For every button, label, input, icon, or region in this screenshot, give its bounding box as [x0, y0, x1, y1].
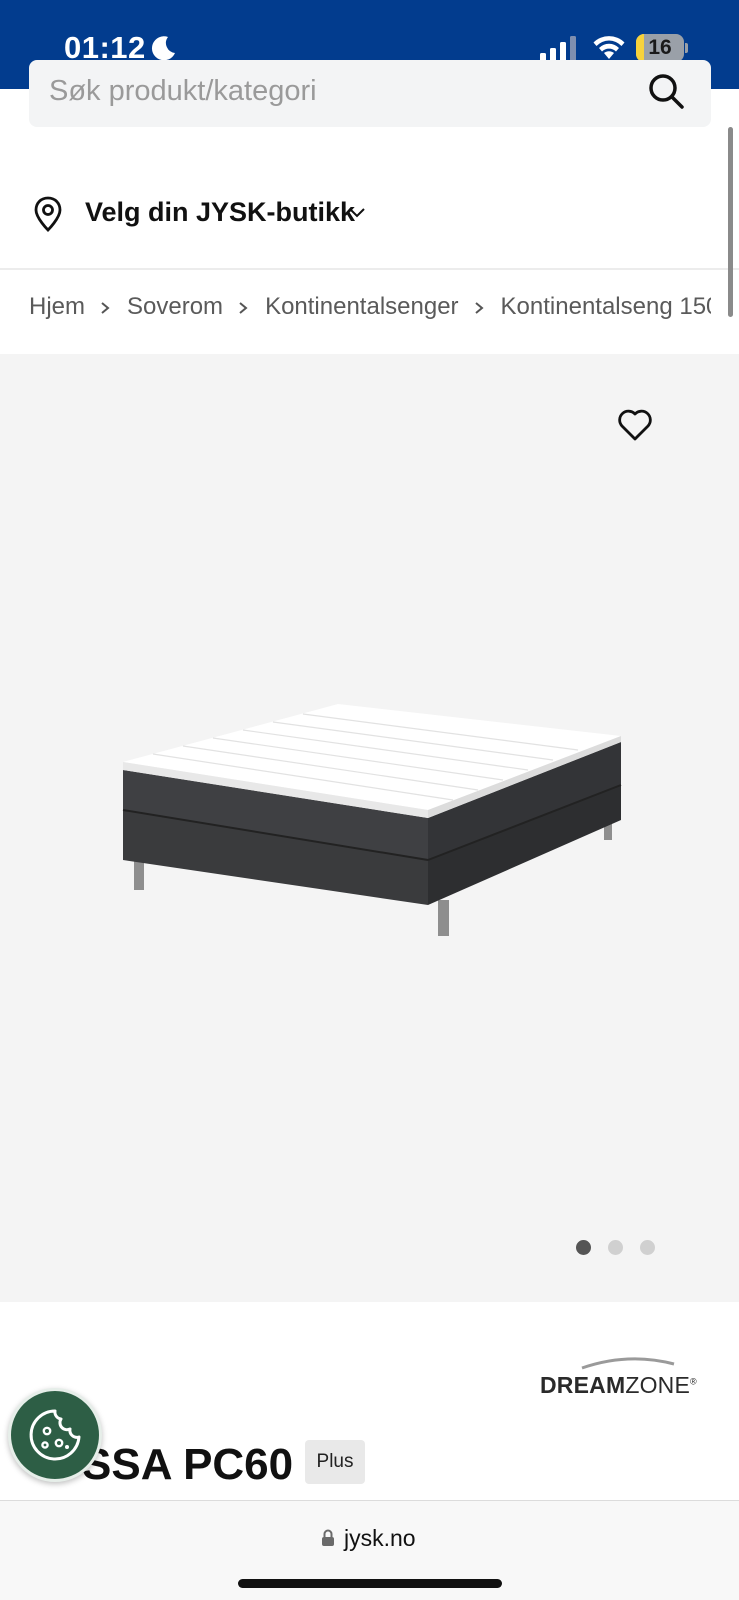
product-image-bed: [122, 704, 622, 936]
brand-logo: DREAMZONE®: [540, 1356, 712, 1400]
lock-icon: [322, 1529, 334, 1546]
breadcrumb-item-kontinentalsenger[interactable]: Kontinentalsenger: [265, 293, 458, 321]
brand-logo-bold: DREAM: [540, 1372, 626, 1398]
plus-badge: Plus: [305, 1440, 365, 1484]
cookie-icon: [29, 1409, 81, 1461]
breadcrumb-item-hjem[interactable]: Hjem: [29, 293, 85, 321]
moon-icon: [151, 36, 175, 61]
breadcrumb-item-current: Kontinentalseng 150: [500, 292, 711, 320]
breadcrumb-item-soverom[interactable]: Soverom: [127, 293, 223, 321]
url-text[interactable]: jysk.no: [344, 1525, 416, 1552]
chevron-right-icon: [223, 295, 265, 319]
wifi-icon: [593, 36, 625, 59]
chevron-right-icon: [459, 295, 501, 319]
brand-swoosh-icon: [581, 1357, 675, 1370]
chevron-right-icon: [85, 295, 127, 319]
product-image-gallery[interactable]: [0, 354, 739, 1302]
gallery-pagination[interactable]: [576, 1240, 656, 1256]
chevron-down-icon[interactable]: [348, 206, 366, 220]
home-indicator[interactable]: [238, 1579, 502, 1588]
search-input[interactable]: Søk produkt/kategori: [29, 60, 711, 127]
gallery-dot-2[interactable]: [608, 1240, 623, 1255]
browser-address-bar[interactable]: jysk.no: [0, 1500, 739, 1600]
breadcrumb: Hjem Soverom Kontinentalsenger Kontinentals…: [29, 292, 711, 332]
gallery-dot-3[interactable]: [640, 1240, 655, 1255]
favorite-heart-icon[interactable]: [617, 408, 653, 442]
search-icon[interactable]: [647, 72, 685, 110]
store-selector[interactable]: Velg din JYSK-butikk: [0, 170, 739, 270]
location-pin-icon: [34, 196, 62, 232]
search-placeholder: Søk produkt/kategori: [49, 75, 317, 107]
brand-logo-light: ZONE: [625, 1372, 691, 1398]
cookie-settings-button[interactable]: [8, 1388, 102, 1482]
product-title: SSA PC60: [82, 1440, 294, 1489]
battery-level: 16: [648, 36, 672, 59]
battery-icon: 16: [636, 34, 688, 62]
gallery-dot-1[interactable]: [576, 1240, 591, 1255]
scrollbar[interactable]: [728, 127, 733, 317]
store-selector-label[interactable]: Velg din JYSK-butikk: [85, 197, 355, 228]
cellular-signal-icon: [540, 36, 576, 62]
brand-logo-reg: ®: [690, 1376, 697, 1387]
